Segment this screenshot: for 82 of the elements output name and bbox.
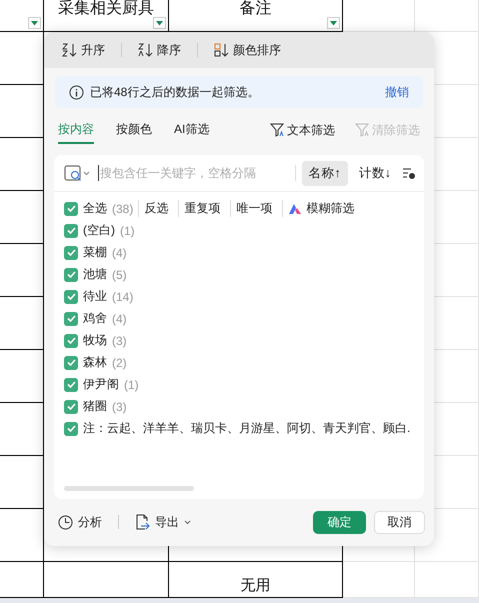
filter-dropdown-button[interactable]: [153, 17, 166, 29]
quick-action-button[interactable]: 重复项: [178, 200, 226, 217]
search-icon[interactable]: [64, 164, 90, 182]
quick-action-button[interactable]: 反选: [138, 200, 174, 217]
item-label: 森林: [83, 354, 107, 371]
tab[interactable]: AI筛选: [174, 120, 210, 144]
item-label: 菜棚: [83, 244, 107, 261]
checkbox[interactable]: [64, 312, 78, 326]
triangle-icon: [31, 20, 38, 26]
check-icon: [66, 425, 76, 432]
filter-dropdown-button[interactable]: [327, 17, 340, 29]
item-label: 待业: [83, 288, 107, 305]
confirm-button[interactable]: 确定: [313, 510, 366, 534]
footer-button[interactable]: 导出: [135, 514, 191, 530]
checkbox[interactable]: [64, 268, 78, 282]
notice-text: 已将48行之后的数据一起筛选。: [90, 84, 260, 100]
checkbox[interactable]: [64, 334, 78, 348]
triangle-icon: [330, 20, 337, 26]
check-icon: [66, 293, 76, 300]
fuzzy-filter-button[interactable]: 模糊筛选: [282, 200, 360, 217]
quick-action-button[interactable]: 唯一项: [230, 200, 278, 217]
check-icon: [66, 403, 76, 410]
item-count: (4): [112, 312, 127, 326]
sort-descending-icon: [138, 43, 154, 57]
item-count: (2): [112, 356, 127, 370]
filter-icon: [355, 123, 369, 137]
order-button[interactable]: 名称↑: [302, 160, 348, 186]
caret-icon: [184, 520, 191, 524]
color-sort-icon: [214, 43, 230, 57]
filter-dropdown-button[interactable]: [28, 17, 41, 29]
checkbox[interactable]: [64, 422, 78, 436]
checkbox[interactable]: [64, 202, 78, 216]
checkbox[interactable]: [64, 224, 78, 238]
filter-tool-button[interactable]: 文本筛选: [270, 122, 335, 142]
logo-icon: [288, 202, 302, 214]
check-icon: [66, 205, 76, 212]
sort-button[interactable]: 降序: [138, 42, 181, 58]
item-label: 猪圈: [83, 398, 107, 415]
undo-link[interactable]: 撤销: [385, 84, 409, 100]
sort-button[interactable]: 颜色排序: [214, 42, 281, 58]
check-icon: [66, 381, 76, 388]
check-icon: [66, 249, 76, 256]
item-count: (1): [124, 378, 139, 392]
checkbox[interactable]: [64, 400, 78, 414]
triangle-icon: [156, 20, 163, 26]
item-label: 伊尹阁: [83, 376, 119, 393]
checkbox[interactable]: [64, 246, 78, 260]
item-label: 池塘: [83, 266, 107, 283]
check-icon: [66, 315, 76, 322]
check-icon: [66, 337, 76, 344]
item-label: 鸡舍: [83, 310, 107, 327]
item-count: (4): [112, 246, 127, 260]
export-icon: [135, 514, 150, 530]
checkbox[interactable]: [64, 356, 78, 370]
filter-icon: [270, 123, 284, 137]
cancel-button[interactable]: 取消: [374, 510, 425, 534]
item-count: (1): [120, 224, 135, 238]
order-button[interactable]: 计数↓: [352, 160, 398, 186]
item-count: (3): [112, 400, 127, 414]
sort-ascending-icon: [62, 43, 78, 57]
checkbox[interactable]: [64, 378, 78, 392]
footer-button[interactable]: 分析: [58, 514, 102, 530]
tab[interactable]: 按颜色: [116, 120, 152, 144]
check-icon: [66, 359, 76, 366]
item-label: (空白): [83, 222, 115, 239]
item-label: 注：云起、洋羊羊、瑞贝卡、月游星、阿切、青天判官、顾白.: [83, 420, 410, 437]
check-icon: [66, 227, 76, 234]
item-count: (38): [112, 202, 134, 216]
item-count: (3): [112, 334, 127, 348]
item-label: 全选: [83, 200, 107, 217]
clock-icon: [58, 514, 73, 530]
info-icon: [69, 84, 84, 100]
item-count: (14): [112, 290, 134, 304]
check-icon: [66, 271, 76, 278]
item-label: 牧场: [83, 332, 107, 349]
sort-button[interactable]: 升序: [62, 42, 105, 58]
checkbox[interactable]: [64, 290, 78, 304]
tab[interactable]: 按内容: [58, 120, 94, 144]
table-cell-text: 无用: [240, 576, 270, 596]
item-count: (5): [112, 268, 127, 282]
scrollbar[interactable]: [64, 486, 194, 491]
list-settings-icon[interactable]: [402, 166, 416, 180]
